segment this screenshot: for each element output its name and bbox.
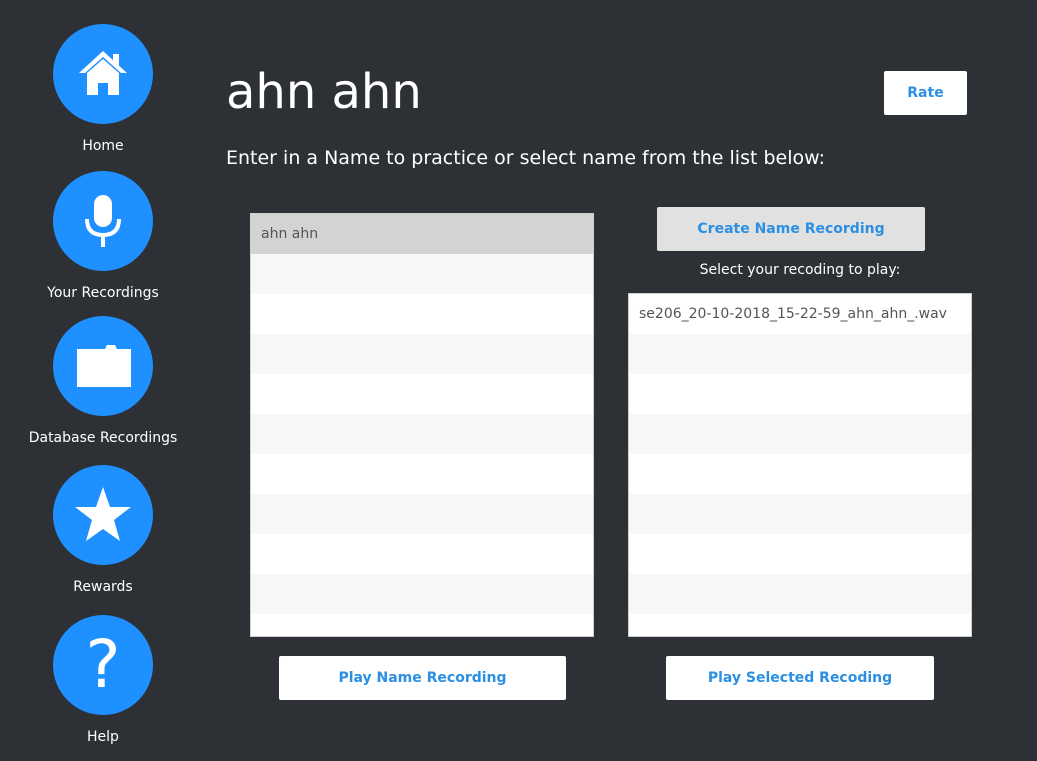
nav-your-recordings[interactable]: Your Recordings	[23, 171, 183, 301]
nav-database-recordings-label: Database Recordings	[28, 430, 178, 446]
list-item[interactable]	[629, 574, 971, 614]
list-item[interactable]	[251, 494, 593, 534]
list-item[interactable]	[629, 414, 971, 454]
nav-home-label: Home	[82, 138, 124, 154]
recordings-list[interactable]: se206_20-10-2018_15-22-59_ahn_ahn_.wav	[628, 293, 972, 637]
list-item[interactable]	[251, 374, 593, 414]
nav-help[interactable]: ? Help	[23, 615, 183, 745]
microphone-icon	[85, 195, 121, 247]
list-item[interactable]	[629, 374, 971, 414]
create-name-recording-button[interactable]: Create Name Recording	[657, 207, 925, 251]
list-item[interactable]	[629, 494, 971, 534]
nav-database-recordings[interactable]: Database Recordings	[23, 316, 183, 446]
folder-icon-circle[interactable]	[53, 316, 153, 416]
list-item[interactable]: se206_20-10-2018_15-22-59_ahn_ahn_.wav	[629, 294, 971, 334]
list-item[interactable]	[251, 414, 593, 454]
nav-your-recordings-label: Your Recordings	[47, 285, 159, 301]
home-icon-circle[interactable]	[53, 24, 153, 124]
star-icon-circle[interactable]	[53, 465, 153, 565]
list-item[interactable]	[251, 574, 593, 614]
rate-button[interactable]: Rate	[884, 71, 967, 115]
list-item[interactable]	[251, 254, 593, 294]
instruction-text: Enter in a Name to practice or select na…	[226, 147, 826, 169]
nav-help-label: Help	[87, 729, 119, 745]
list-item[interactable]	[629, 614, 971, 636]
list-item[interactable]	[629, 334, 971, 374]
list-item[interactable]	[629, 534, 971, 574]
play-name-recording-button[interactable]: Play Name Recording	[279, 656, 566, 700]
nav-home[interactable]: Home	[23, 24, 183, 154]
folder-icon	[77, 345, 131, 387]
list-item[interactable]	[251, 534, 593, 574]
home-icon	[79, 51, 127, 95]
list-item[interactable]	[251, 334, 593, 374]
star-icon	[75, 487, 131, 541]
names-list[interactable]: ahn ahn	[250, 213, 594, 637]
list-item[interactable]	[251, 294, 593, 334]
page-title: ahn ahn	[226, 64, 422, 120]
nav-rewards-label: Rewards	[73, 579, 133, 595]
microphone-icon-circle[interactable]	[53, 171, 153, 271]
list-item[interactable]	[251, 454, 593, 494]
play-selected-recording-button[interactable]: Play Selected Recoding	[666, 656, 934, 700]
question-icon: ?	[85, 626, 121, 703]
list-item[interactable]: ahn ahn	[251, 214, 593, 254]
list-item[interactable]	[629, 454, 971, 494]
question-icon-circle[interactable]: ?	[53, 615, 153, 715]
recordings-caption: Select your recoding to play:	[699, 262, 901, 278]
list-item[interactable]	[251, 614, 593, 636]
nav-rewards[interactable]: Rewards	[23, 465, 183, 595]
